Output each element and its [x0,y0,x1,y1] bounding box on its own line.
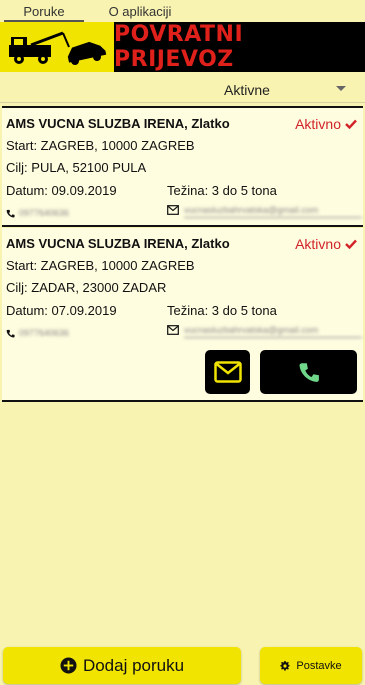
gear-icon [280,660,290,671]
status-label: Aktivno [295,236,341,252]
settings-label: Postavke [296,659,342,672]
phone-number: 0977640636 [19,208,70,218]
plus-circle-icon [60,657,77,674]
date: Datum: 07.09.2019 [6,303,117,318]
weight: Težina: 3 do 5 tona [167,183,277,198]
status-filter-dropdown[interactable]: Aktivne [0,76,365,103]
envelope-icon [167,205,179,215]
weight: Težina: 3 do 5 tona [167,303,277,318]
phone-row[interactable]: 0977640636 [6,328,69,339]
destination: Cilj: PULA, 52100 PULA [6,160,147,175]
envelope-icon [167,325,179,335]
add-message-label: Dodaj poruku [82,655,185,675]
tow-truck-icon [9,31,107,65]
phone-icon [6,329,15,338]
phone-icon [6,209,15,218]
settings-button[interactable]: Postavke [260,647,362,684]
status-badge: Aktivno [295,116,357,132]
email-row[interactable]: vucnasluzbahrvatska@gmail.com [167,205,362,218]
message-card[interactable]: AMS VUCNA SLUZBA IRENA, Zlatko Aktivno S… [2,228,363,402]
phone-number: 0977640636 [19,328,70,338]
status-badge: Aktivno [295,236,357,252]
company-name: AMS VUCNA SLUZBA IRENA, Zlatko [6,236,230,251]
chevron-down-icon [336,86,346,91]
app-banner: POVRATNI PRIJEVOZ [0,22,365,72]
phone-icon [299,363,319,382]
email-address: vucnasluzbahrvatska@gmail.com [184,325,362,338]
company-name: AMS VUCNA SLUZBA IRENA, Zlatko [6,116,230,131]
email-row[interactable]: vucnasluzbahrvatska@gmail.com [167,325,362,338]
tab-poruke[interactable]: Poruke [4,0,84,22]
message-card[interactable]: AMS VUCNA SLUZBA IRENA, Zlatko Aktivno S… [2,106,363,227]
start-location: Start: ZAGREB, 10000 ZAGREB [6,138,195,153]
tab-o-aplikaciji[interactable]: O aplikaciji [90,0,190,22]
status-label: Aktivno [295,116,341,132]
tab-bar: Poruke O aplikaciji [0,0,365,22]
logo [0,22,114,72]
call-button[interactable] [260,350,357,394]
email-address: vucnasluzbahrvatska@gmail.com [184,205,362,218]
destination: Cilj: ZADAR, 23000 ZADAR [6,280,167,295]
check-icon [345,239,357,249]
check-icon [345,119,357,129]
add-message-button[interactable]: Dodaj poruku [3,647,241,684]
banner-title: POVRATNI PRIJEVOZ [114,22,244,72]
send-email-button[interactable] [205,350,250,394]
filter-underline [0,102,365,103]
start-location: Start: ZAGREB, 10000 ZAGREB [6,258,195,273]
envelope-icon [213,361,242,383]
phone-row[interactable]: 0977640636 [6,208,69,219]
date: Datum: 09.09.2019 [6,183,117,198]
filter-selected-value: Aktivne [224,82,270,98]
